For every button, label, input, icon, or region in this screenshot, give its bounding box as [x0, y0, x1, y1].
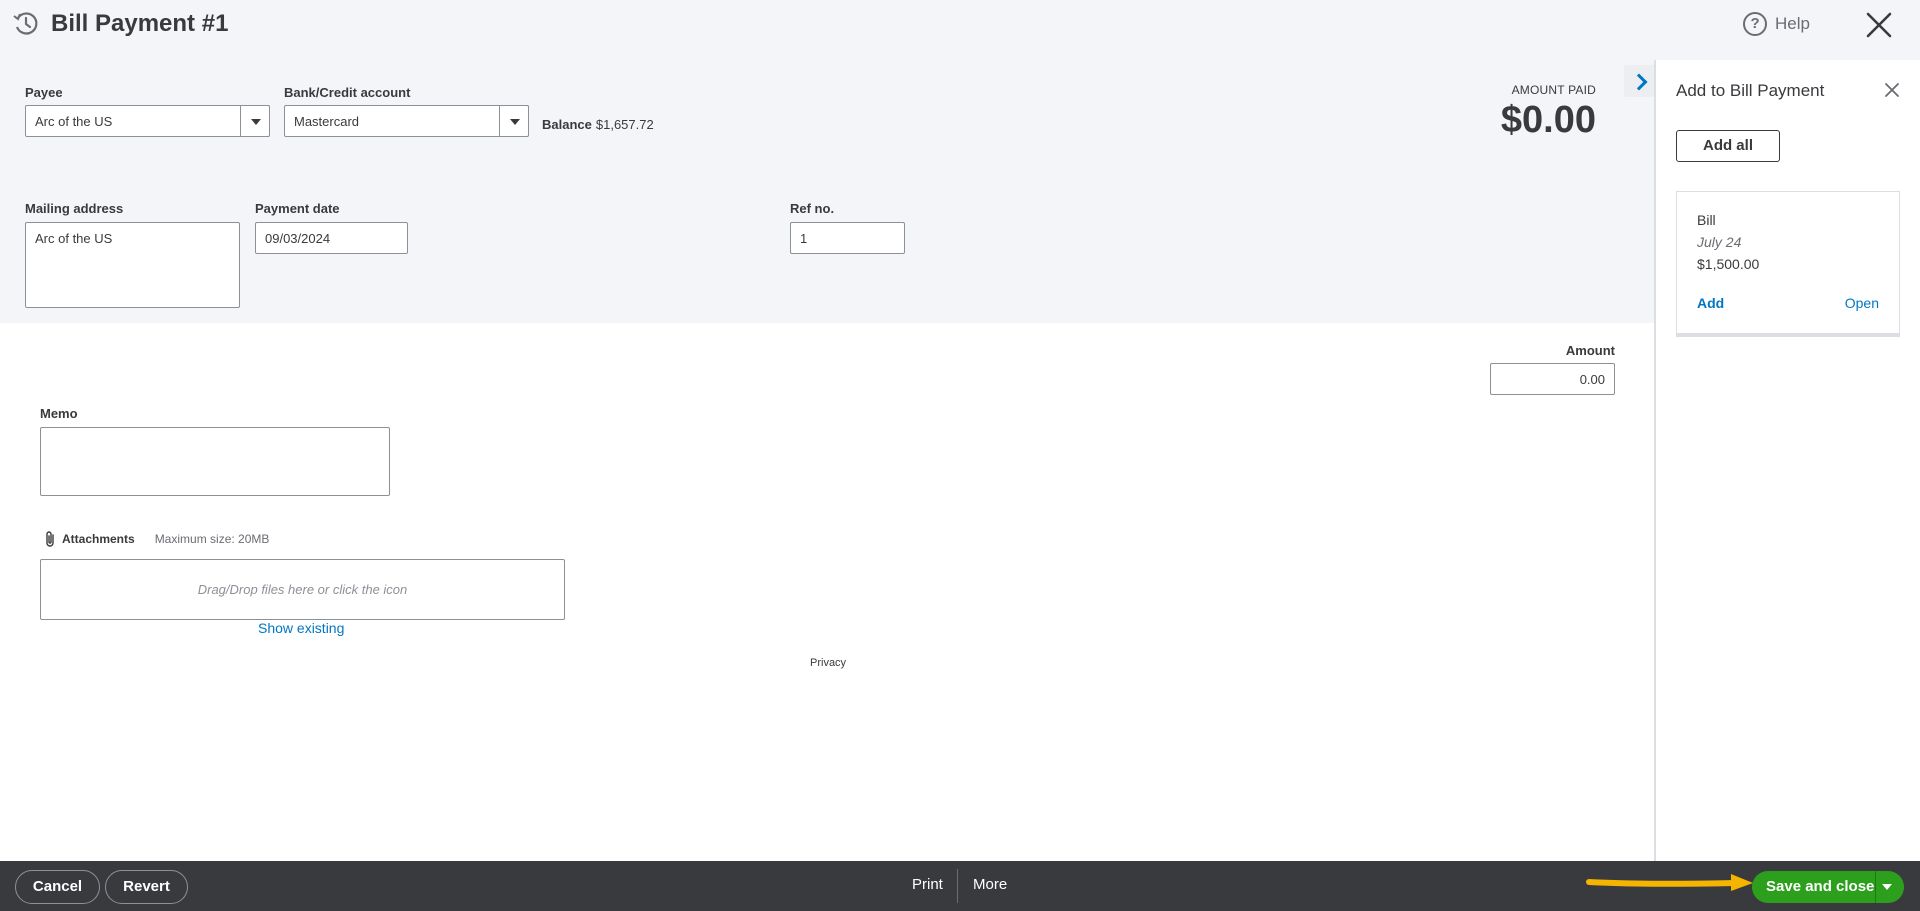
revert-button[interactable]: Revert	[105, 870, 188, 904]
mailing-address-value: Arc of the US	[35, 231, 113, 246]
account-value: Mastercard	[294, 114, 360, 129]
privacy-link[interactable]: Privacy	[810, 657, 846, 669]
bill-card: Bill July 24 $1,500.00 Add Open	[1676, 191, 1900, 334]
payee-value: Arc of the US	[35, 114, 113, 129]
payee-dropdown-icon[interactable]	[240, 105, 270, 137]
amount-field[interactable]: 0.00	[1490, 363, 1615, 395]
save-options-dropdown-icon[interactable]	[1882, 884, 1892, 890]
add-to-bill-payment-panel: Add to Bill Payment Add all Bill July 24…	[1654, 60, 1920, 861]
attachments-label: Attachments	[62, 532, 135, 546]
save-and-close-label: Save and close	[1766, 878, 1875, 895]
payment-date-field[interactable]: 09/03/2024	[255, 222, 408, 254]
payee-select[interactable]: Arc of the US	[25, 105, 270, 137]
ref-no-label: Ref no.	[790, 201, 835, 216]
mailing-address-label: Mailing address	[25, 201, 124, 216]
help-label: Help	[1775, 14, 1810, 33]
balance-label: Balance	[542, 117, 592, 132]
memo-field[interactable]	[40, 427, 390, 496]
annotation-arrow-icon	[1586, 874, 1753, 891]
footer-divider	[957, 869, 958, 903]
payment-date-label: Payment date	[255, 201, 340, 216]
account-balance: Balance $1,657.72	[542, 117, 654, 132]
account-select[interactable]: Mastercard	[284, 105, 529, 137]
recent-transactions-icon[interactable]	[12, 10, 40, 38]
help-icon: ?	[1743, 12, 1768, 36]
attachment-dropzone[interactable]: Drag/Drop files here or click the icon	[40, 559, 565, 620]
page-title: Bill Payment #1	[51, 10, 229, 37]
amount-label: Amount	[1565, 343, 1615, 358]
bill-type: Bill	[1697, 212, 1716, 228]
payment-date-value: 09/03/2024	[265, 231, 331, 246]
add-all-button[interactable]: Add all	[1676, 130, 1780, 162]
bill-amount: $1,500.00	[1697, 256, 1760, 272]
form-header	[0, 60, 1654, 323]
mailing-address-field[interactable]: Arc of the US	[25, 222, 240, 308]
bill-open-link[interactable]: Open	[1845, 295, 1879, 311]
amount-paid-value: $0.00	[1500, 99, 1596, 141]
memo-label: Memo	[40, 406, 78, 421]
save-split-divider	[1875, 871, 1876, 903]
account-dropdown-icon[interactable]	[499, 105, 529, 137]
collapse-panel-chevron-icon[interactable]	[1624, 65, 1654, 97]
account-label: Bank/Credit account	[284, 85, 411, 100]
bill-add-link[interactable]: Add	[1697, 295, 1724, 311]
attachments-header: Attachments Maximum size: 20MB	[44, 530, 269, 548]
panel-close-icon[interactable]	[1884, 82, 1900, 98]
max-size-note: Maximum size: 20MB	[154, 532, 270, 546]
balance-value: $1,657.72	[595, 117, 654, 132]
paperclip-icon[interactable]	[44, 530, 56, 548]
close-icon[interactable]	[1864, 10, 1894, 40]
ref-no-field[interactable]: 1	[790, 222, 905, 254]
bill-date: July 24	[1697, 234, 1742, 250]
ref-no-value: 1	[800, 231, 808, 246]
cancel-button[interactable]: Cancel	[15, 870, 100, 904]
panel-title: Add to Bill Payment	[1676, 81, 1825, 100]
show-existing-link[interactable]: Show existing	[258, 620, 344, 636]
amount-paid-label: AMOUNT PAID	[1511, 83, 1596, 97]
amount-value: 0.00	[1579, 372, 1605, 387]
print-button[interactable]: Print	[912, 876, 943, 893]
more-button[interactable]: More	[973, 876, 1007, 893]
save-and-close-button[interactable]: Save and close	[1752, 871, 1904, 903]
top-bar: Bill Payment #1 ? Help	[0, 0, 1920, 60]
payee-label: Payee	[25, 85, 63, 100]
help-button[interactable]: ? Help	[1743, 12, 1810, 36]
